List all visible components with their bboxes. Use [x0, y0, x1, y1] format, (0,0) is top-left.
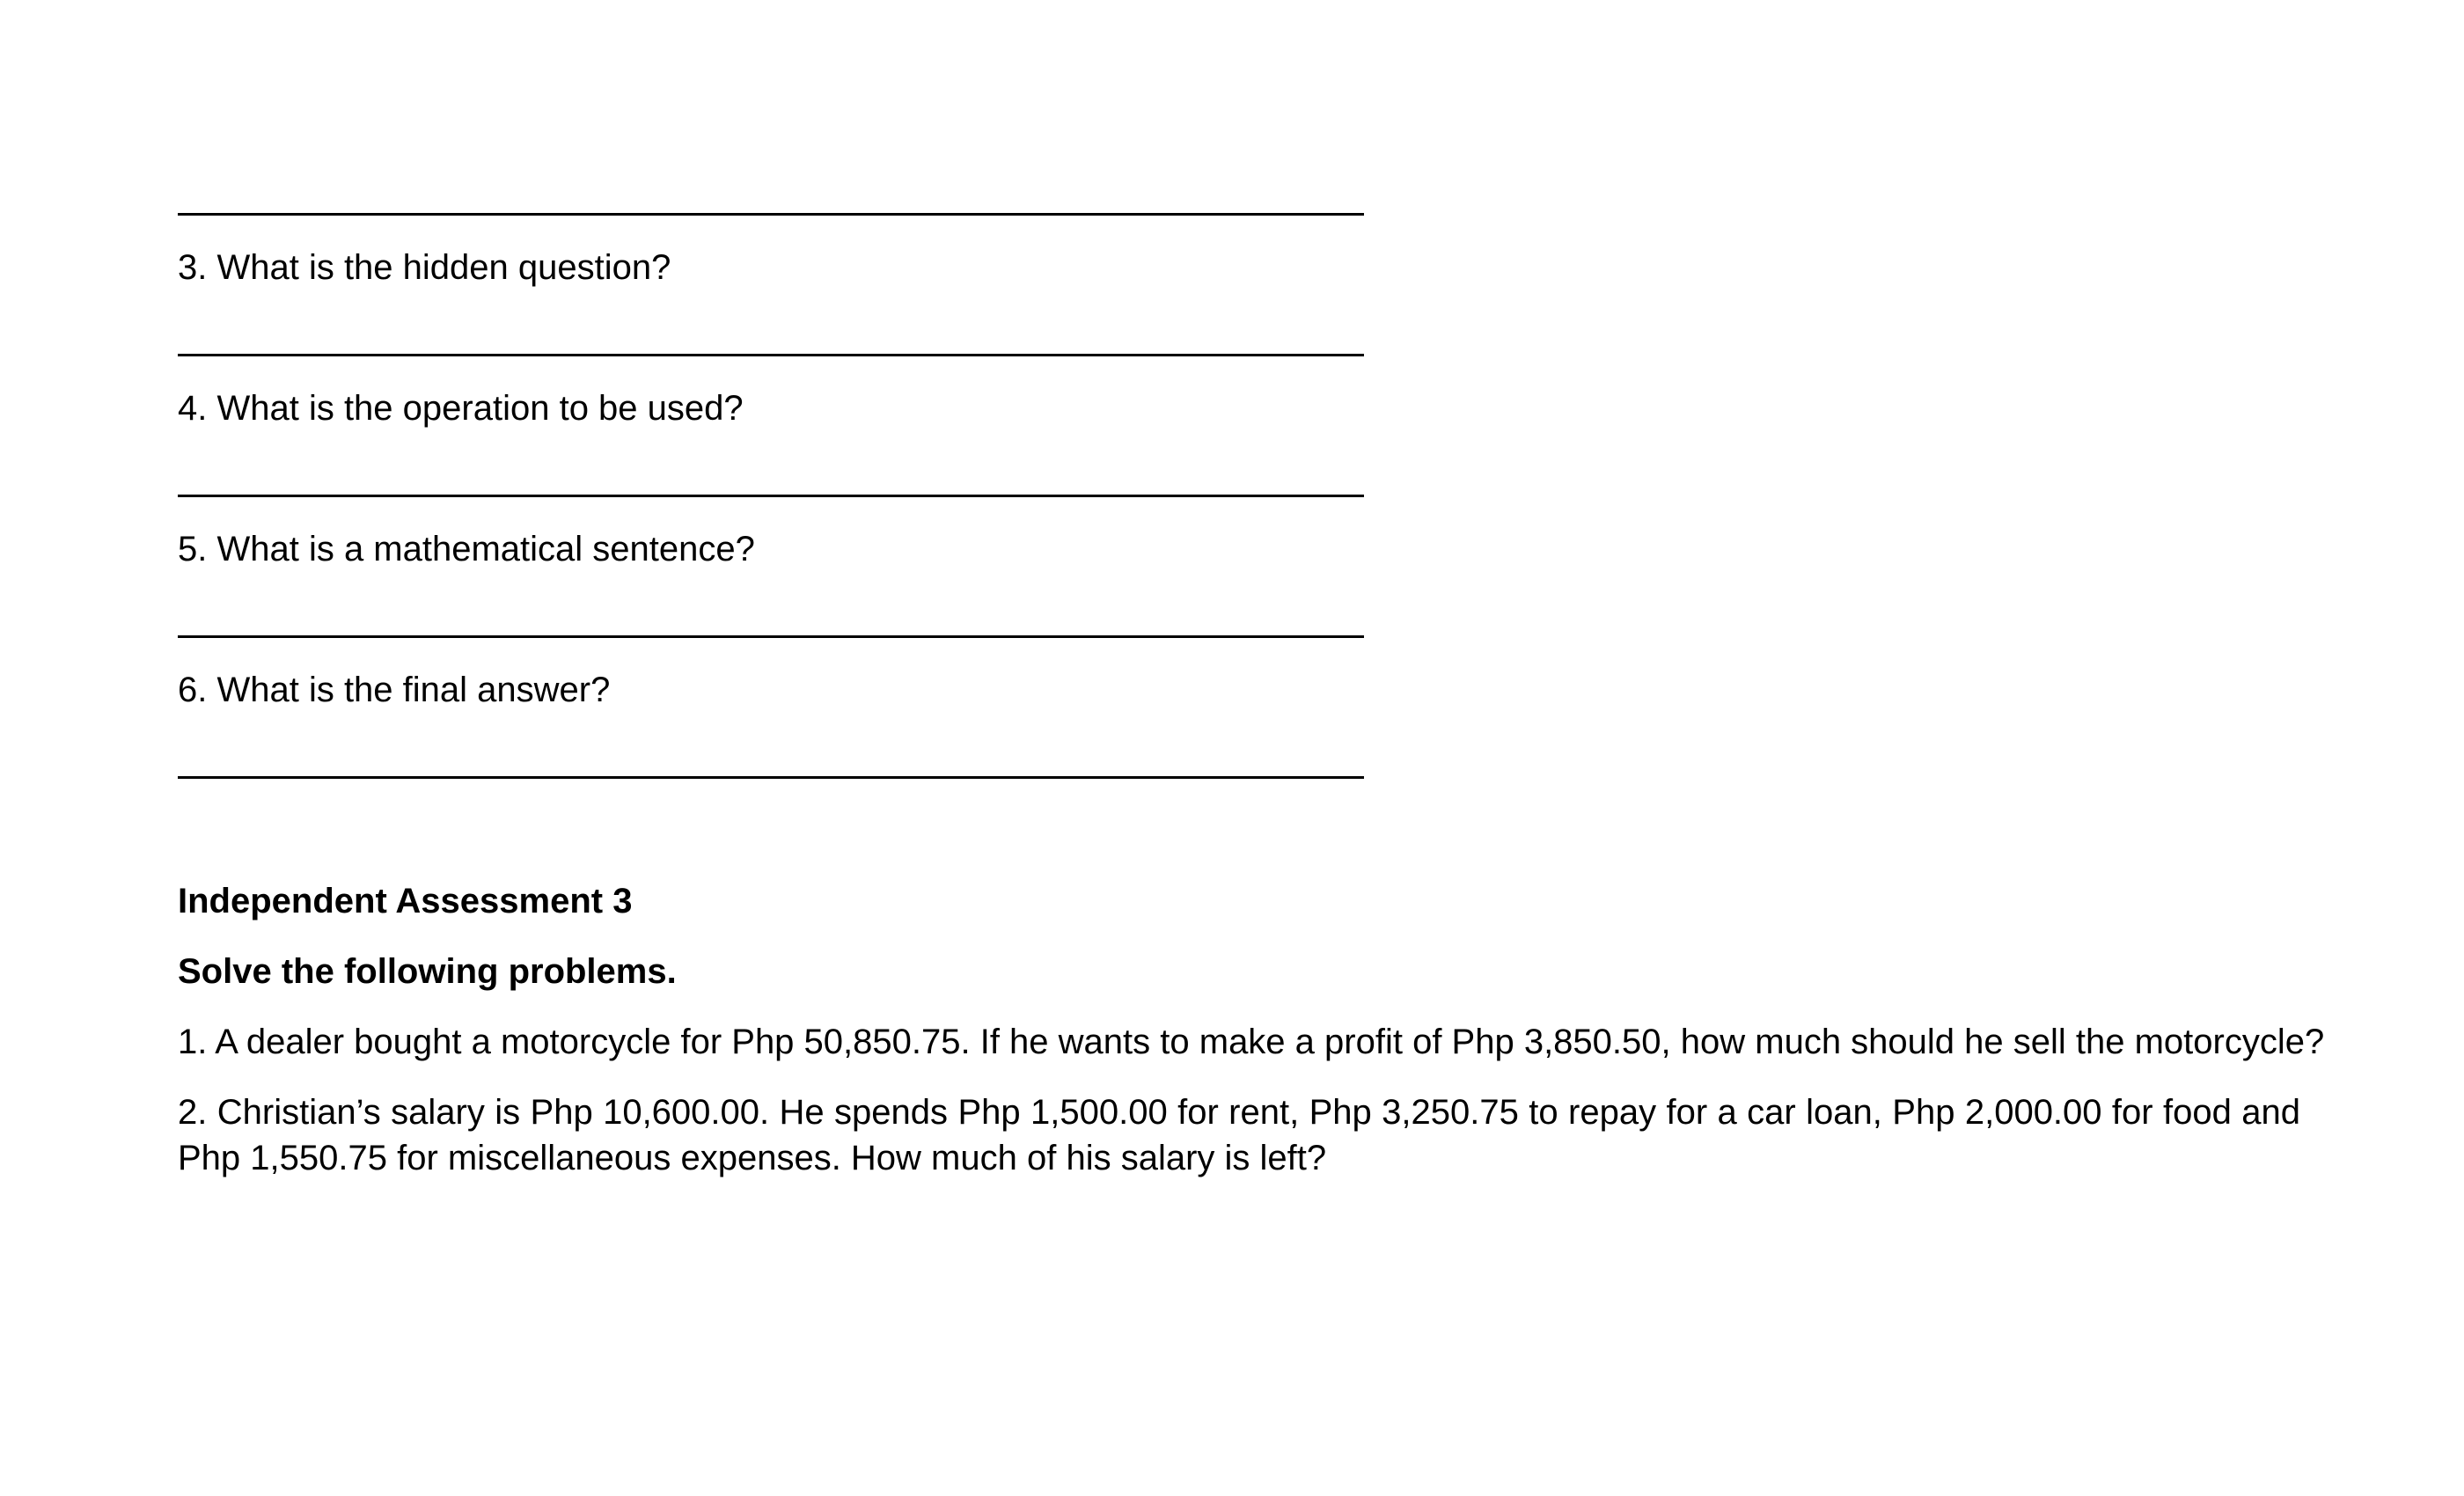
answer-line-3[interactable] [178, 354, 1364, 356]
answer-line-6[interactable] [178, 776, 1364, 779]
question-4: 4. What is the operation to be used? [178, 389, 744, 428]
problem-1: 1. A dealer bought a motorcycle for Php … [178, 1023, 2325, 1061]
question-3: 3. What is the hidden question? [178, 248, 671, 287]
answer-line-2[interactable] [178, 213, 1364, 216]
assessment-instruction: Solve the following problems. [178, 952, 677, 991]
question-5: 5. What is a mathematical sentence? [178, 530, 755, 568]
answer-line-4[interactable] [178, 495, 1364, 497]
assessment-title: Independent Assessment 3 [178, 882, 633, 920]
question-6: 6. What is the final answer? [178, 671, 611, 709]
worksheet-page: 3. What is the hidden question? 4. What … [0, 0, 2464, 1496]
problem-2: 2. Christian’s salary is Php 10,600.00. … [178, 1093, 2300, 1177]
answer-line-5[interactable] [178, 635, 1364, 638]
